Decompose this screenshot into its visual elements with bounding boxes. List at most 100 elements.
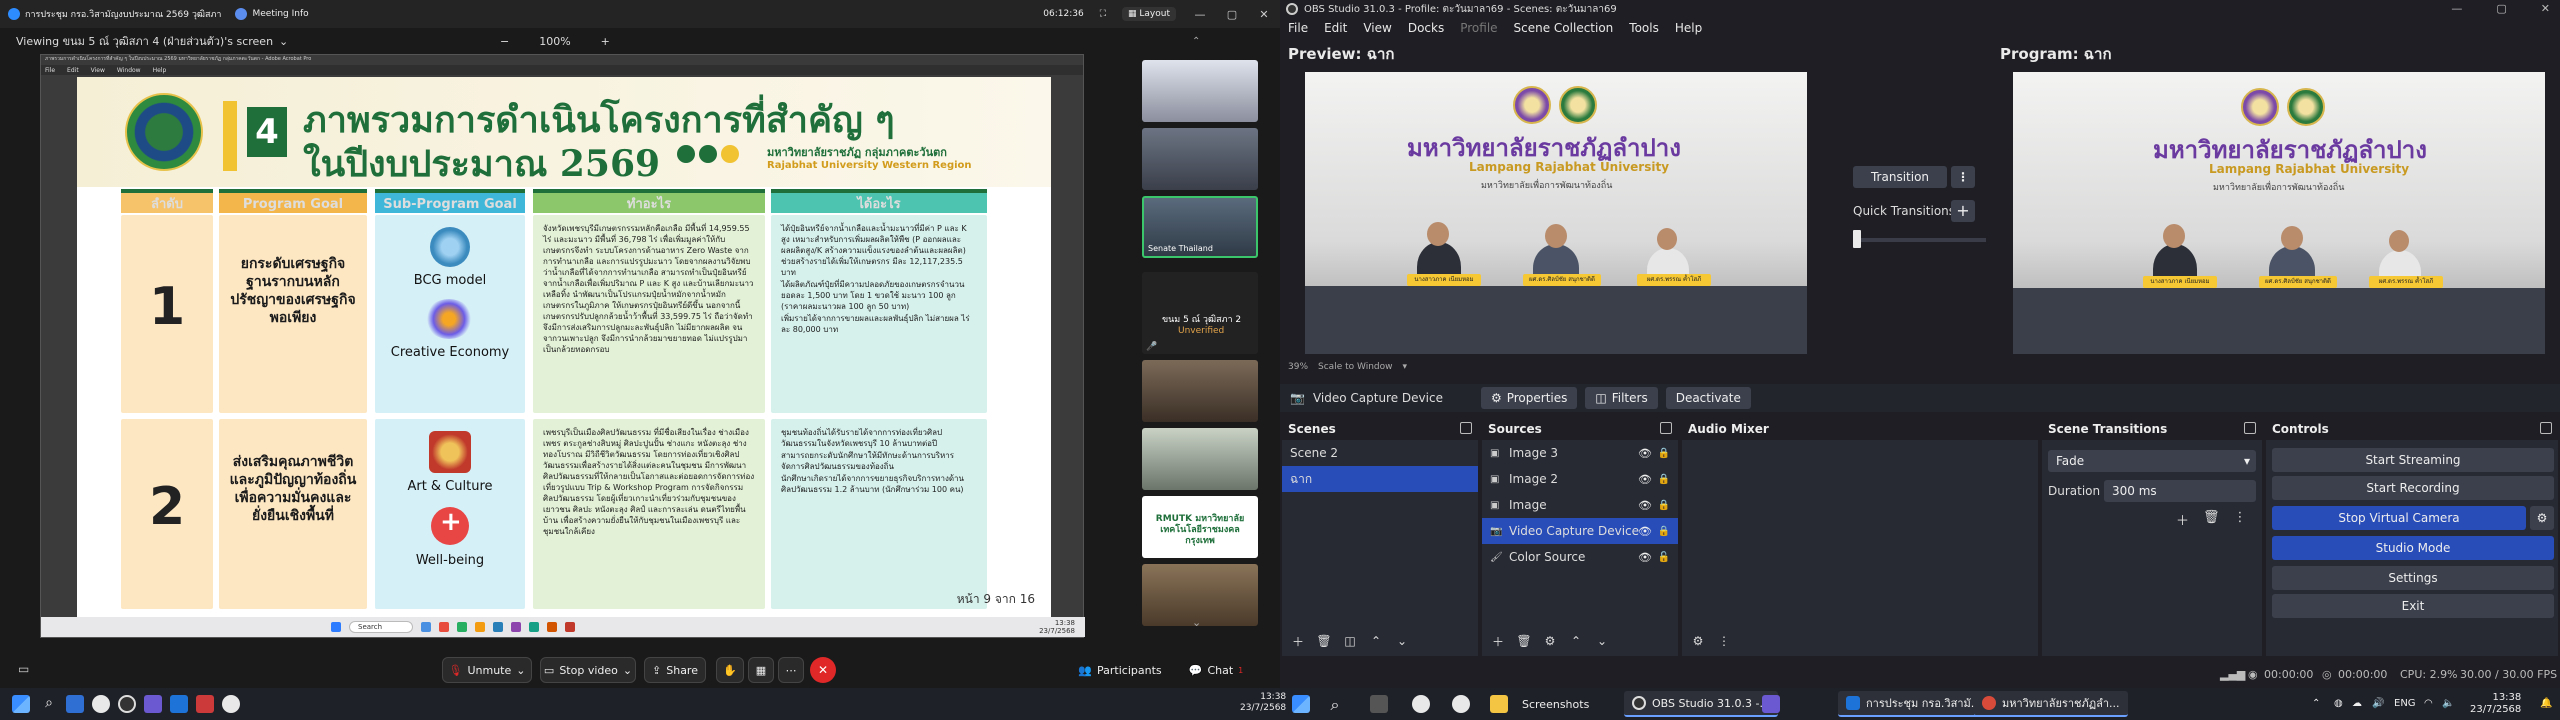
participant-tile[interactable]: [1142, 360, 1258, 422]
menu-scene-collection[interactable]: Scene Collection: [1514, 21, 1614, 35]
clock[interactable]: 13:38 23/7/2568: [2470, 692, 2521, 716]
more-vertical-icon[interactable]: ⋮: [2234, 510, 2247, 529]
transition-menu-button[interactable]: ⋮: [1951, 166, 1975, 188]
zoom-tab-meeting[interactable]: การประชุม กรอ.วิสามัญงบประมาณ 2569 วุฒิส…: [8, 7, 221, 21]
app-icon[interactable]: [196, 695, 214, 713]
maximize-icon[interactable]: ▢: [2496, 2, 2506, 15]
stop-video-button[interactable]: ▭ Stop video ⌄: [540, 657, 636, 683]
source-item-selected[interactable]: 📷 Video Capture Device 👁 🔒: [1482, 518, 1678, 544]
lock-icon[interactable]: 🔒: [1658, 474, 1670, 485]
taskbar-app-zoom[interactable]: การประชุม กรอ.วิสามั...: [1838, 691, 1990, 717]
apps-button[interactable]: ▦: [748, 657, 774, 683]
more-vertical-icon[interactable]: ⋮: [1714, 631, 1734, 651]
app-icon[interactable]: [144, 695, 162, 713]
participant-tile[interactable]: [1142, 128, 1258, 190]
arrow-up-icon[interactable]: ⌃: [1366, 631, 1386, 651]
wifi-icon[interactable]: ◠: [2424, 698, 2433, 709]
participant-tile[interactable]: [1142, 60, 1258, 122]
add-icon[interactable]: ＋: [1488, 631, 1508, 651]
source-item[interactable]: ▣ Image 👁 🔒: [1482, 492, 1678, 518]
undock-icon[interactable]: [1660, 422, 1672, 434]
participant-tile-active[interactable]: Senate Thailand: [1142, 196, 1258, 258]
chevron-up-icon[interactable]: ⌃: [2312, 698, 2320, 709]
layout-button[interactable]: ▦ Layout: [1122, 7, 1176, 21]
zoom-tab-meeting-info[interactable]: Meeting Info: [235, 8, 309, 20]
gear-icon[interactable]: ⚙: [1688, 631, 1708, 651]
unlock-icon[interactable]: 🔓: [1658, 552, 1670, 563]
fullscreen-icon[interactable]: ⛶: [1100, 9, 1106, 19]
trash-icon[interactable]: 🗑: [1514, 631, 1534, 651]
acro-menu-help[interactable]: Help: [153, 67, 167, 74]
transition-select[interactable]: Fade ▾: [2048, 450, 2256, 472]
acro-menu-view[interactable]: View: [91, 67, 105, 74]
stop-virtual-camera-button[interactable]: Stop Virtual Camera: [2272, 506, 2526, 530]
participant-tile[interactable]: ขนม 5 ณ์ วุฒิสภา 2 Unverified 🎤: [1142, 272, 1258, 354]
chrome-icon[interactable]: [92, 695, 110, 713]
add-icon[interactable]: ＋: [1288, 631, 1308, 651]
chat-button[interactable]: 💬 Chat 1: [1188, 657, 1244, 683]
menu-view[interactable]: View: [1363, 21, 1391, 35]
filters-button[interactable]: ◫ Filters: [1585, 387, 1658, 409]
volume-icon[interactable]: 🔈: [2442, 698, 2454, 709]
taskbar-app-screenshots[interactable]: Screenshots: [1490, 691, 1597, 717]
transition-button[interactable]: Transition: [1853, 166, 1947, 188]
menu-edit[interactable]: Edit: [1324, 21, 1347, 35]
edge-icon[interactable]: [1412, 695, 1430, 713]
lock-icon[interactable]: 🔒: [1658, 526, 1670, 537]
app-icon[interactable]: [1762, 695, 1780, 713]
source-item[interactable]: ▣ Image 2 👁 🔒: [1482, 466, 1678, 492]
network-icon[interactable]: ◍: [2334, 698, 2343, 709]
menu-tools[interactable]: Tools: [1629, 21, 1659, 35]
acro-menu-edit[interactable]: Edit: [67, 67, 79, 74]
search-icon[interactable]: ⌕: [1326, 695, 1344, 714]
chevron-down-icon[interactable]: ⌄: [279, 35, 288, 48]
chevron-down-icon[interactable]: ▾: [1402, 362, 1407, 372]
eye-icon[interactable]: 👁: [1638, 525, 1652, 538]
more-button[interactable]: ⋯: [778, 657, 804, 683]
add-icon[interactable]: ＋: [2176, 510, 2189, 529]
windows-start-icon[interactable]: [1292, 695, 1310, 713]
chrome-icon[interactable]: [1452, 695, 1470, 713]
deactivate-button[interactable]: Deactivate: [1665, 387, 1751, 409]
undock-icon[interactable]: [1460, 422, 1472, 434]
task-view-icon[interactable]: [66, 695, 84, 713]
speaker-icon[interactable]: 🔊: [2372, 698, 2384, 709]
properties-button[interactable]: ⚙ Properties: [1480, 387, 1578, 409]
eye-icon[interactable]: 👁: [1638, 447, 1652, 460]
tbar-slider-handle[interactable]: [1853, 230, 1861, 248]
participants-button[interactable]: 👥 Participants: [1078, 657, 1162, 683]
notification-icon[interactable]: 🔔: [2540, 698, 2552, 709]
eye-icon[interactable]: 👁: [1638, 473, 1652, 486]
taskbar-app-obs[interactable]: OBS Studio 31.0.3 -...: [1624, 691, 1778, 717]
source-item[interactable]: ▣ Image 3 👁 🔒: [1482, 440, 1678, 466]
lock-icon[interactable]: 🔒: [1658, 448, 1670, 459]
preview-canvas[interactable]: มหาวิทยาลัยราชภัฏลำปาง Lampang Rajabhat …: [1305, 72, 1807, 354]
undock-icon[interactable]: [2540, 422, 2552, 434]
eye-icon[interactable]: 👁: [1638, 499, 1652, 512]
taskbar-app-chrome[interactable]: มหาวิทยาลัยราชภัฏลำ...: [1974, 691, 2128, 717]
lock-icon[interactable]: 🔒: [1658, 500, 1670, 511]
trash-icon[interactable]: 🗑: [1314, 631, 1334, 651]
source-item[interactable]: 🖌 Color Source 👁 🔓: [1482, 544, 1678, 570]
share-button[interactable]: ⇪ Share: [644, 657, 706, 683]
task-view-icon[interactable]: [1370, 695, 1388, 713]
add-quick-transition-button[interactable]: +: [1951, 200, 1975, 222]
minimize-icon[interactable]: —: [1192, 8, 1208, 21]
duration-spinbox[interactable]: 300 ms: [2104, 480, 2256, 502]
undock-icon[interactable]: [2244, 422, 2256, 434]
minimize-icon[interactable]: —: [2451, 2, 2462, 15]
menu-docks[interactable]: Docks: [1408, 21, 1444, 35]
filter-icon[interactable]: ◫: [1340, 631, 1360, 651]
virtual-camera-settings-button[interactable]: ⚙: [2530, 506, 2554, 530]
acro-menu-file[interactable]: File: [45, 67, 55, 74]
unmute-button[interactable]: 🎙 Unmute ⌄: [442, 657, 532, 683]
chrome-icon[interactable]: [222, 695, 240, 713]
settings-button[interactable]: Settings: [2272, 566, 2554, 590]
windows-start-icon[interactable]: [12, 695, 30, 713]
close-icon[interactable]: ✕: [1256, 8, 1272, 21]
start-recording-button[interactable]: Start Recording: [2272, 476, 2554, 500]
zoom-level[interactable]: 100%: [539, 35, 570, 48]
zoom-in-icon[interactable]: +: [601, 35, 610, 48]
participant-tile[interactable]: [1142, 428, 1258, 490]
reactions-button[interactable]: ✋: [716, 657, 744, 683]
